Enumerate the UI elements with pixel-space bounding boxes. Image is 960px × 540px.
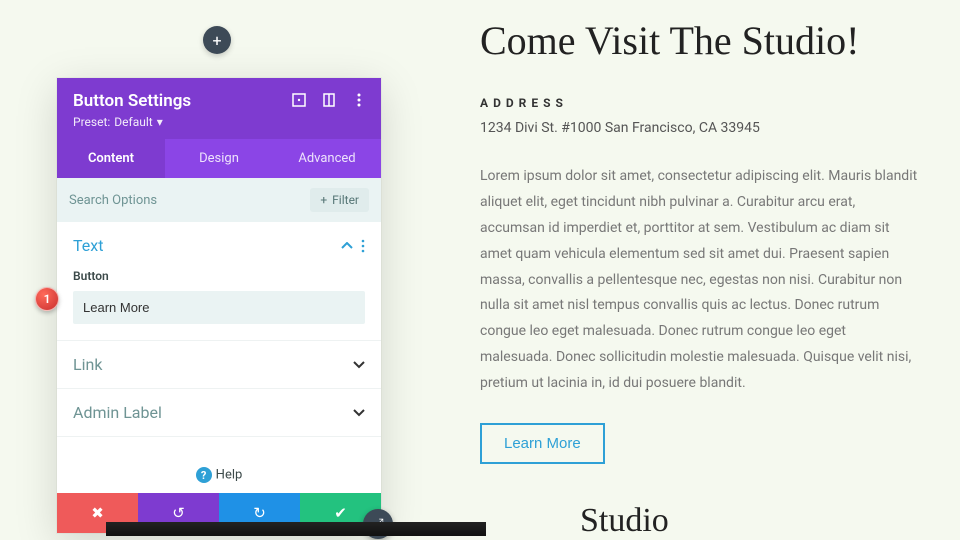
help-icon: ?: [196, 467, 212, 483]
image-strip: [106, 522, 486, 536]
address-value: 1234 Divi St. #1000 San Francisco, CA 33…: [480, 120, 920, 136]
filter-button[interactable]: + Filter: [310, 188, 369, 212]
preset-selector[interactable]: Preset: Default ▾: [73, 115, 365, 129]
snap-icon[interactable]: [321, 92, 337, 108]
help-link[interactable]: ? Help: [57, 457, 381, 493]
body-text: Lorem ipsum dolor sit amet, consectetur …: [480, 164, 920, 397]
preset-prefix: Preset:: [73, 115, 110, 129]
section-admin-label-header[interactable]: Admin Label: [57, 389, 381, 436]
search-options-row: Search Options + Filter: [57, 178, 381, 222]
address-label: ADDRESS: [480, 96, 920, 110]
kebab-menu-icon[interactable]: [351, 92, 367, 108]
undo-icon: ↺: [172, 504, 185, 522]
panel-header[interactable]: Button Settings Preset: Default ▾: [57, 78, 381, 139]
section-admin-label: Admin Label: [57, 389, 381, 437]
expand-icon[interactable]: [291, 92, 307, 108]
settings-tabs: Content Design Advanced: [57, 139, 381, 178]
preset-value: Default: [114, 115, 152, 129]
search-options-input[interactable]: Search Options: [69, 193, 310, 208]
caret-down-icon: ▾: [157, 115, 163, 129]
page-heading: Come Visit The Studio!: [480, 18, 920, 64]
redo-icon: ↻: [253, 504, 266, 522]
check-icon: ✔: [334, 504, 347, 522]
chevron-down-icon: [353, 361, 365, 369]
section-text: Text Button: [57, 222, 381, 341]
help-label: Help: [216, 468, 243, 483]
tab-advanced[interactable]: Advanced: [273, 139, 381, 178]
chevron-down-icon: [353, 409, 365, 417]
plus-icon: +: [212, 31, 221, 50]
page-preview: Come Visit The Studio! ADDRESS 1234 Divi…: [480, 18, 920, 464]
chevron-up-icon: [341, 242, 353, 250]
section-title: Link: [73, 355, 353, 374]
tab-design[interactable]: Design: [165, 139, 273, 178]
next-section-heading: Studio: [580, 502, 669, 540]
button-text-input[interactable]: [73, 291, 365, 324]
callout-number: 1: [44, 292, 51, 306]
plus-icon: +: [320, 193, 327, 207]
section-link-header[interactable]: Link: [57, 341, 381, 388]
section-title: Admin Label: [73, 403, 353, 422]
callout-badge-1: 1: [35, 287, 59, 311]
section-title: Text: [73, 236, 341, 255]
add-section-button[interactable]: +: [203, 26, 231, 54]
kebab-menu-icon[interactable]: [361, 239, 365, 253]
learn-more-button[interactable]: Learn More: [480, 423, 605, 464]
filter-label: Filter: [332, 193, 359, 207]
section-text-header[interactable]: Text: [57, 222, 381, 269]
section-link: Link: [57, 341, 381, 389]
tab-content[interactable]: Content: [57, 139, 165, 178]
close-icon: ✖: [91, 504, 104, 522]
button-text-label: Button: [73, 269, 365, 283]
module-settings-panel: Button Settings Preset: Default ▾ Conten…: [57, 78, 381, 533]
